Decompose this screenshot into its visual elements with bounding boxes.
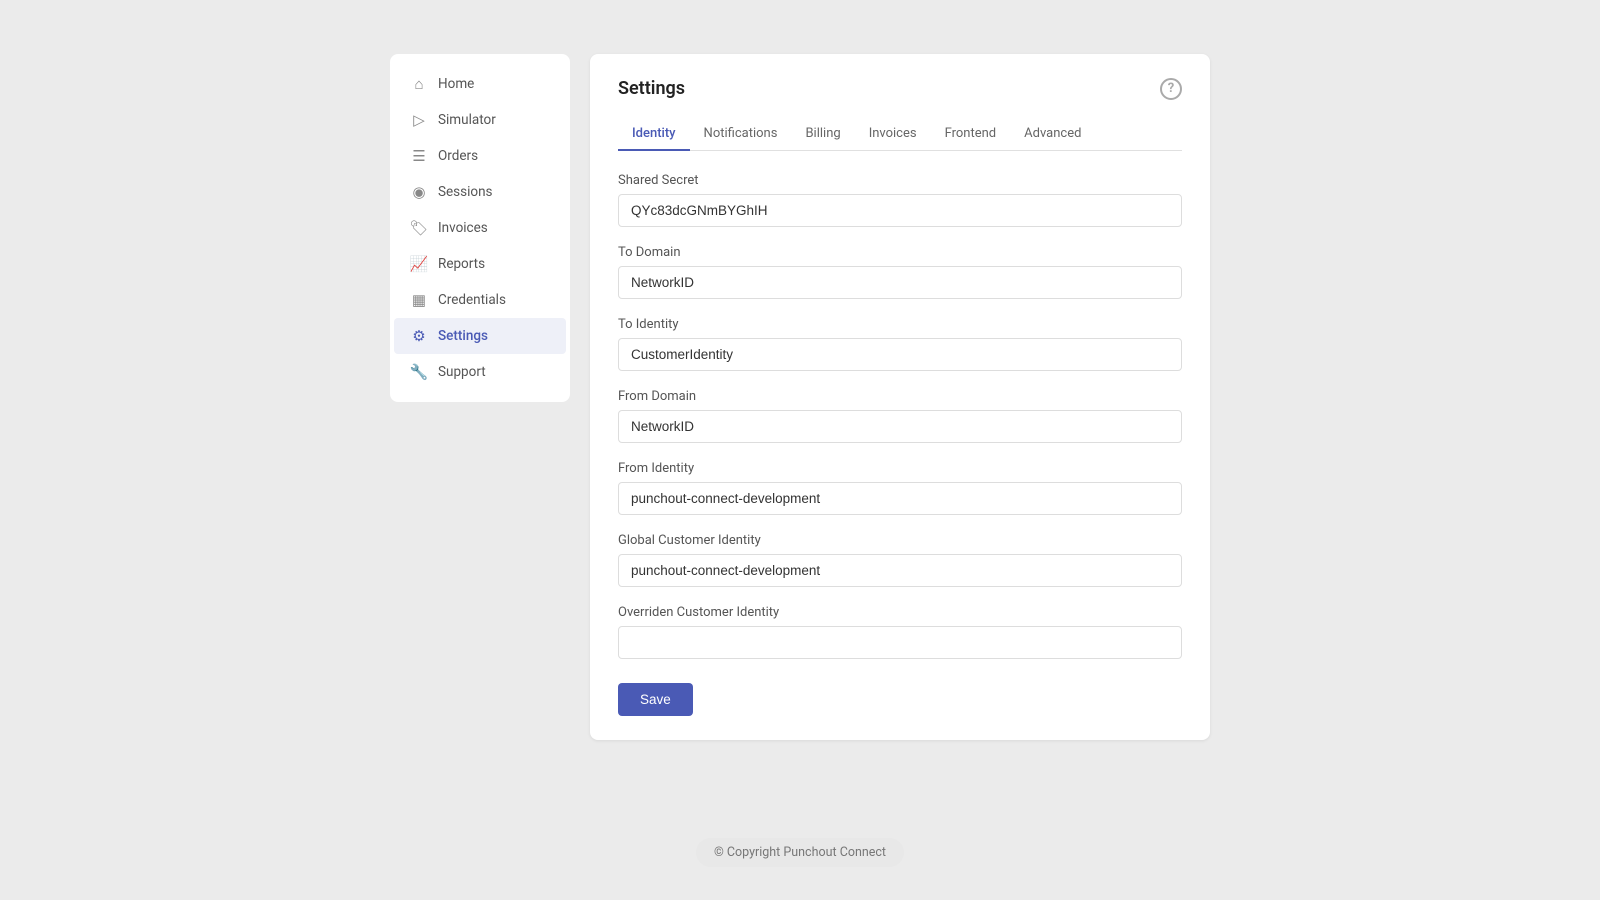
sidebar: ⌂ Home ▷ Simulator ☰ Orders ◉ Sessions 🏷… bbox=[390, 54, 570, 402]
simulator-icon: ▷ bbox=[410, 111, 428, 129]
orders-icon: ☰ bbox=[410, 147, 428, 165]
sidebar-item-simulator[interactable]: ▷ Simulator bbox=[394, 102, 566, 138]
from-domain-label: From Domain bbox=[618, 389, 1182, 404]
to-domain-group: To Domain bbox=[618, 245, 1182, 299]
sidebar-item-home[interactable]: ⌂ Home bbox=[394, 66, 566, 102]
shared-secret-group: Shared Secret bbox=[618, 173, 1182, 227]
to-identity-input[interactable] bbox=[618, 338, 1182, 371]
to-identity-label: To Identity bbox=[618, 317, 1182, 332]
from-domain-group: From Domain bbox=[618, 389, 1182, 443]
tab-invoices[interactable]: Invoices bbox=[855, 118, 931, 151]
help-icon[interactable]: ? bbox=[1160, 78, 1182, 100]
overridden-customer-identity-group: Overriden Customer Identity bbox=[618, 605, 1182, 659]
to-domain-label: To Domain bbox=[618, 245, 1182, 260]
shared-secret-input[interactable] bbox=[618, 194, 1182, 227]
global-customer-identity-label: Global Customer Identity bbox=[618, 533, 1182, 548]
sidebar-item-label: Settings bbox=[438, 328, 488, 344]
tab-identity[interactable]: Identity bbox=[618, 118, 690, 151]
page-title: Settings bbox=[618, 78, 685, 99]
global-customer-identity-group: Global Customer Identity bbox=[618, 533, 1182, 587]
to-domain-input[interactable] bbox=[618, 266, 1182, 299]
from-identity-group: From Identity bbox=[618, 461, 1182, 515]
settings-icon: ⚙ bbox=[410, 327, 428, 345]
sidebar-item-label: Sessions bbox=[438, 184, 493, 200]
tab-notifications[interactable]: Notifications bbox=[690, 118, 792, 151]
save-button[interactable]: Save bbox=[618, 683, 693, 716]
settings-header: Settings ? bbox=[618, 78, 1182, 100]
from-identity-input[interactable] bbox=[618, 482, 1182, 515]
overridden-customer-identity-input[interactable] bbox=[618, 626, 1182, 659]
sidebar-item-reports[interactable]: 📈 Reports bbox=[394, 246, 566, 282]
credentials-icon: ▦ bbox=[410, 291, 428, 309]
sidebar-item-label: Simulator bbox=[438, 112, 496, 128]
sidebar-item-label: Invoices bbox=[438, 220, 488, 236]
tab-advanced[interactable]: Advanced bbox=[1010, 118, 1095, 151]
home-icon: ⌂ bbox=[410, 75, 428, 93]
sidebar-item-orders[interactable]: ☰ Orders bbox=[394, 138, 566, 174]
sidebar-item-sessions[interactable]: ◉ Sessions bbox=[394, 174, 566, 210]
support-icon: 🔧 bbox=[410, 363, 428, 381]
sidebar-item-settings[interactable]: ⚙ Settings bbox=[394, 318, 566, 354]
invoices-icon: 🏷 bbox=[410, 219, 428, 237]
main-content: Settings ? IdentityNotificationsBillingI… bbox=[590, 54, 1210, 740]
sidebar-item-label: Credentials bbox=[438, 292, 506, 308]
sidebar-item-label: Reports bbox=[438, 256, 485, 272]
sidebar-item-label: Orders bbox=[438, 148, 478, 164]
sidebar-item-support[interactable]: 🔧 Support bbox=[394, 354, 566, 390]
global-customer-identity-input[interactable] bbox=[618, 554, 1182, 587]
settings-tabs: IdentityNotificationsBillingInvoicesFron… bbox=[618, 118, 1182, 151]
overridden-customer-identity-label: Overriden Customer Identity bbox=[618, 605, 1182, 620]
sidebar-item-invoices[interactable]: 🏷 Invoices bbox=[394, 210, 566, 246]
sidebar-item-label: Home bbox=[438, 76, 474, 92]
settings-card: Settings ? IdentityNotificationsBillingI… bbox=[590, 54, 1210, 740]
tab-billing[interactable]: Billing bbox=[791, 118, 854, 151]
from-domain-input[interactable] bbox=[618, 410, 1182, 443]
identity-form: Shared Secret To Domain To Identity bbox=[618, 173, 1182, 716]
from-identity-label: From Identity bbox=[618, 461, 1182, 476]
footer: © Copyright Punchout Connect bbox=[696, 838, 904, 867]
to-identity-group: To Identity bbox=[618, 317, 1182, 371]
sidebar-item-label: Support bbox=[438, 364, 486, 380]
sessions-icon: ◉ bbox=[410, 183, 428, 201]
sidebar-item-credentials[interactable]: ▦ Credentials bbox=[394, 282, 566, 318]
tab-frontend[interactable]: Frontend bbox=[931, 118, 1011, 151]
copyright-text: © Copyright Punchout Connect bbox=[696, 838, 904, 867]
shared-secret-label: Shared Secret bbox=[618, 173, 1182, 188]
reports-icon: 📈 bbox=[410, 255, 428, 273]
